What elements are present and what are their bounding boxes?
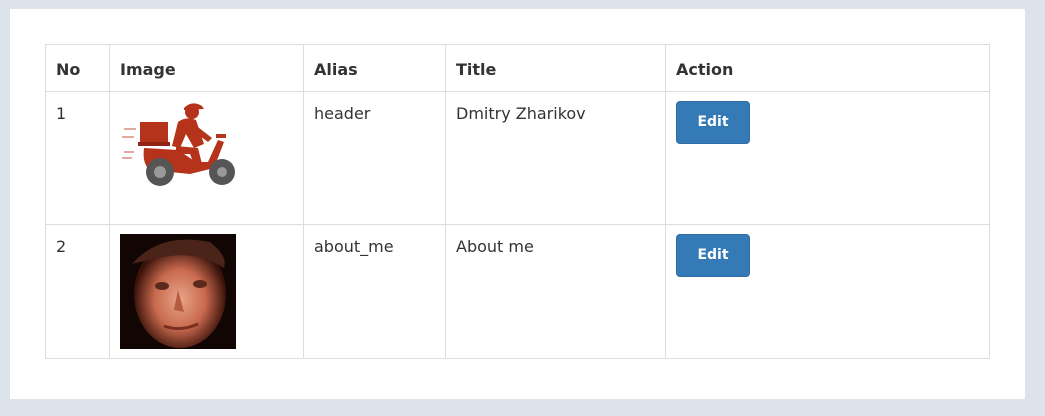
table-header-row: No Image Alias Title Action <box>45 44 990 92</box>
table-row: 2 about_me About me Edit <box>45 224 990 359</box>
row-title: About me <box>445 224 666 359</box>
column-header-title: Title <box>445 44 666 92</box>
content-panel: No Image Alias Title Action 1 header Dmi… <box>10 9 1025 399</box>
column-header-image: Image <box>109 44 304 92</box>
column-header-no: No <box>45 44 110 92</box>
edit-button[interactable]: Edit <box>676 234 750 277</box>
edit-button[interactable]: Edit <box>676 101 750 144</box>
column-header-alias: Alias <box>303 44 446 92</box>
row-action-cell: Edit <box>665 91 990 225</box>
table-row: 1 header Dmitry Zharikov Edit <box>45 91 990 225</box>
delivery-scooter-image <box>122 103 235 186</box>
row-number: 1 <box>45 91 110 225</box>
row-image-cell <box>109 224 304 359</box>
portrait-photo-image <box>120 234 236 349</box>
items-table: No Image Alias Title Action 1 header Dmi… <box>45 44 990 359</box>
row-title: Dmitry Zharikov <box>445 91 666 225</box>
row-image-cell <box>109 91 304 225</box>
column-header-action: Action <box>665 44 990 92</box>
row-alias: about_me <box>303 224 446 359</box>
row-alias: header <box>303 91 446 225</box>
row-number: 2 <box>45 224 110 359</box>
row-action-cell: Edit <box>665 224 990 359</box>
